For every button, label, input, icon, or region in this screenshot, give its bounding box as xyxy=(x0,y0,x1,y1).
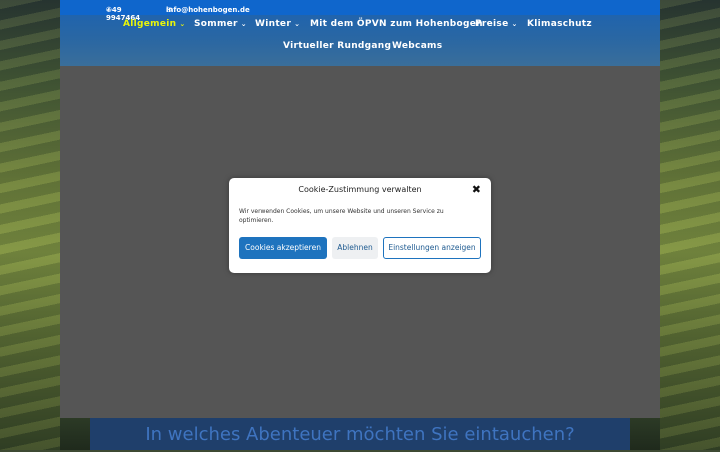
nav-item-oepnv[interactable]: Mit dem ÖPVN zum Hohenbogen xyxy=(310,19,483,29)
tagline-text: In welches Abenteuer möchten Sie eintauc… xyxy=(145,424,575,445)
nav-item-allgemein[interactable]: Allgemein ⌄ xyxy=(123,19,186,29)
email-address: info@hohenbogen.de xyxy=(166,6,250,14)
hero-tagline: In welches Abenteuer möchten Sie eintauc… xyxy=(90,418,630,450)
nav-item-label: Sommer xyxy=(194,19,238,29)
nav-item-klimaschutz[interactable]: Klimaschutz xyxy=(527,19,592,29)
nav-item-label: Winter xyxy=(255,19,292,29)
nav-item-label: Allgemein xyxy=(123,19,177,29)
show-settings-button[interactable]: Einstellungen anzeigen xyxy=(383,237,481,259)
close-icon[interactable]: ✖ xyxy=(472,184,481,195)
chevron-down-icon: ⌄ xyxy=(179,20,186,28)
dialog-title: Cookie-Zustimmung verwalten xyxy=(298,185,422,194)
chevron-down-icon: ⌄ xyxy=(511,20,518,28)
nav-item-label: Virtueller Rundgang xyxy=(283,41,392,51)
nav-item-winter[interactable]: Winter ⌄ xyxy=(255,19,300,29)
nav-item-label: Klimaschutz xyxy=(527,19,592,29)
landscape-left-edge xyxy=(0,0,60,450)
chevron-down-icon: ⌄ xyxy=(240,20,247,28)
chevron-down-icon: ⌄ xyxy=(294,20,301,28)
nav-item-webcams[interactable]: Webcams xyxy=(392,41,442,51)
cookie-consent-dialog: Cookie-Zustimmung verwalten ✖ Wir verwen… xyxy=(229,178,491,273)
nav-item-virtueller-rundgang[interactable]: Virtueller Rundgang xyxy=(283,41,391,51)
nav-item-label: Mit dem ÖPVN zum Hohenbogen xyxy=(310,19,483,29)
nav-item-label: Webcams xyxy=(392,41,443,51)
nav-item-label: Preise xyxy=(475,19,509,29)
landscape-right-edge xyxy=(660,0,720,450)
dialog-message: Wir verwenden Cookies, um unsere Website… xyxy=(239,208,444,224)
nav-item-sommer[interactable]: Sommer ⌄ xyxy=(194,19,247,29)
deny-cookies-button[interactable]: Ablehnen xyxy=(332,237,378,259)
accept-cookies-button[interactable]: Cookies akzeptieren xyxy=(239,237,327,259)
nav-item-preise[interactable]: Preise ⌄ xyxy=(475,19,518,29)
top-contact-bar: ✆ +49 9947464 ✉ info@hohenbogen.de xyxy=(60,0,660,22)
